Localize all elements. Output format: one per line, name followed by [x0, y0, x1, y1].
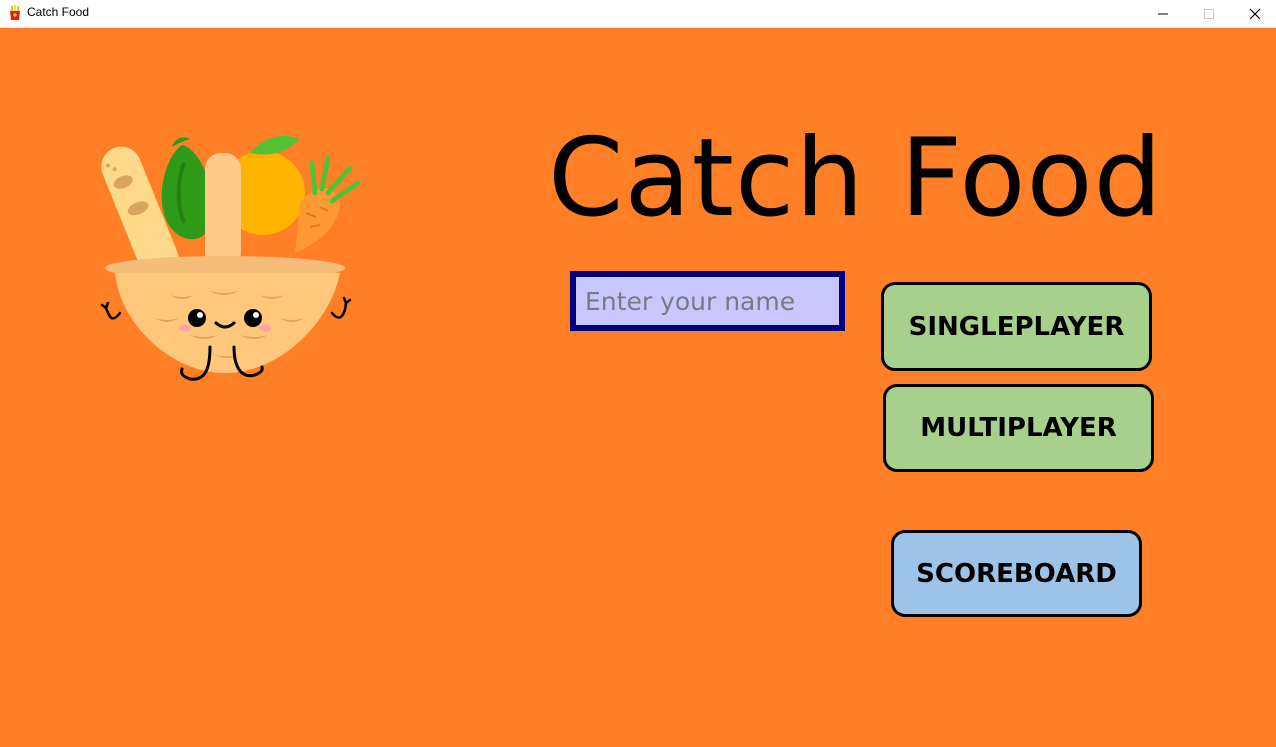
- scoreboard-button[interactable]: SCOREBOARD: [891, 530, 1142, 617]
- close-button[interactable]: [1232, 0, 1276, 27]
- maximize-icon: [1204, 8, 1214, 19]
- fries-icon: [10, 5, 20, 20]
- maximize-button[interactable]: [1186, 0, 1232, 27]
- minimize-button[interactable]: [1140, 0, 1186, 27]
- multiplayer-button[interactable]: MULTIPLAYER: [883, 384, 1154, 472]
- game-title: Catch Food: [548, 116, 1164, 241]
- minimize-icon: [1158, 13, 1168, 14]
- close-icon: [1249, 8, 1261, 19]
- game-menu: Catch Food SINGLEPLAYER MULTIPLAYER SCOR…: [0, 28, 1276, 747]
- window-title: Catch Food: [27, 5, 90, 19]
- food-basket-mascot-icon: [100, 135, 361, 381]
- singleplayer-button[interactable]: SINGLEPLAYER: [881, 282, 1152, 371]
- title-bar: Catch Food: [0, 0, 1276, 28]
- name-input[interactable]: [570, 271, 845, 331]
